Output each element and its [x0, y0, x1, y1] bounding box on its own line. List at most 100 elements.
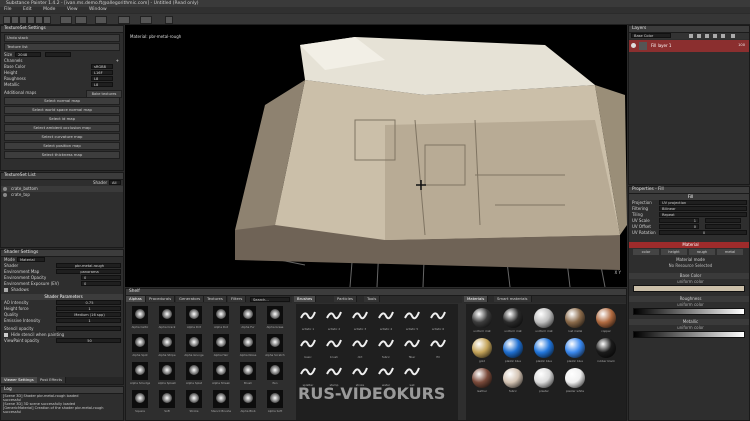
projection-select[interactable]: UV projection: [659, 200, 747, 205]
alpha-item[interactable]: Stencil Brushes: [211, 390, 231, 413]
eye-icon[interactable]: [3, 187, 7, 191]
toggle-color[interactable]: color: [633, 249, 659, 255]
eraser-tool-icon[interactable]: [11, 16, 19, 24]
undo-stack-field[interactable]: Undo stack: [4, 34, 120, 42]
size-select[interactable]: 2048: [15, 52, 41, 57]
brush-item[interactable]: fiber: [404, 336, 420, 359]
menu-view[interactable]: View: [67, 7, 78, 12]
material-section-header[interactable]: Material: [629, 242, 749, 248]
tab-viewer-settings[interactable]: Viewer Settings: [1, 377, 38, 383]
alpha-item[interactable]: Alpha Stripe: [158, 334, 176, 357]
tab-textures[interactable]: Textures: [204, 296, 227, 302]
shadows-checkbox[interactable]: [4, 288, 8, 292]
select-curvature-map-button[interactable]: Select curvature map: [4, 133, 120, 141]
toggle-height[interactable]: height: [661, 249, 687, 255]
layer-opacity[interactable]: 100: [738, 43, 745, 47]
uv-scale-field[interactable]: 1: [659, 218, 699, 223]
3d-viewport[interactable]: Material: pbr-metal-rough X Y: [125, 25, 627, 287]
brush-flow-icon[interactable]: [75, 16, 87, 24]
material-mode-value[interactable]: No Resource Selected: [629, 263, 749, 269]
brush-item[interactable]: artistic 5: [404, 308, 420, 331]
uv-scale-slider[interactable]: [705, 218, 741, 223]
alpha-item[interactable]: Square: [132, 390, 148, 413]
projection-tool-icon[interactable]: [19, 16, 27, 24]
menu-mode[interactable]: Mode: [43, 7, 55, 12]
base-color-swatch[interactable]: [633, 285, 745, 292]
tab-materials[interactable]: Materials: [464, 296, 489, 302]
camera-icon[interactable]: [140, 16, 152, 24]
select-thickness-map-button[interactable]: Select thickness map: [4, 151, 120, 159]
select-normal-map-button[interactable]: Select normal map: [4, 97, 120, 105]
tab-post-effects[interactable]: Post Effects: [37, 377, 67, 383]
layer-row[interactable]: Fill layer 1 100: [629, 40, 749, 52]
alpha-item[interactable]: Alpha Streak: [212, 362, 230, 385]
add-layer-icon[interactable]: [689, 34, 693, 38]
brush-item[interactable]: basic: [300, 336, 316, 359]
viewport-opacity-field[interactable]: 50: [56, 338, 121, 343]
hide-stencil-checkbox[interactable]: [4, 333, 8, 337]
brush-item[interactable]: artistic 3: [352, 308, 368, 331]
clone-tool-icon[interactable]: [27, 16, 35, 24]
alpha-item[interactable]: Alpha Crack: [159, 306, 175, 329]
tab-generators[interactable]: Generators: [176, 296, 205, 302]
alpha-item[interactable]: Alpha Dirt: [186, 306, 202, 329]
alpha-item[interactable]: Alpha Scratch: [265, 334, 285, 357]
ao-field[interactable]: 0.75: [56, 300, 121, 305]
menu-edit[interactable]: Edit: [23, 7, 32, 12]
paint-tool-icon[interactable]: [3, 16, 11, 24]
select-position-map-button[interactable]: Select position map: [4, 142, 120, 150]
tab-tools[interactable]: Tools: [364, 296, 381, 302]
brush-item[interactable]: artistic 4: [378, 308, 394, 331]
alpha-item[interactable]: Alpha Soft: [267, 390, 283, 413]
menu-window[interactable]: Window: [89, 7, 107, 12]
brush-spacing-icon[interactable]: [95, 16, 107, 24]
toggle-metal[interactable]: metal: [717, 249, 743, 255]
lock-icon[interactable]: [165, 16, 173, 24]
eye-icon[interactable]: [3, 193, 7, 197]
env-exposure-field[interactable]: 0: [81, 281, 121, 286]
alpha-item[interactable]: Alpha Celtic: [132, 306, 148, 329]
alpha-item[interactable]: Alpha Blob: [240, 390, 256, 413]
tab-brushes[interactable]: Brushes: [294, 296, 317, 302]
folder-icon[interactable]: [721, 34, 725, 38]
add-fill-icon[interactable]: [697, 34, 701, 38]
brush-item[interactable]: artistic 6: [430, 308, 446, 331]
bake-textures-button[interactable]: Bake textures: [86, 90, 122, 98]
brush-item[interactable]: wet: [404, 364, 420, 387]
layer-visibility-icon[interactable]: [631, 43, 636, 48]
roughness-slider[interactable]: [633, 308, 745, 315]
emissive-field[interactable]: 1: [56, 318, 121, 323]
alpha-item[interactable]: Alpha Spot: [132, 334, 148, 357]
alpha-item[interactable]: Stroke: [186, 390, 202, 413]
alpha-item[interactable]: Alpha Noise: [240, 334, 256, 357]
brush-item[interactable]: splatter: [300, 364, 316, 387]
delete-layer-icon[interactable]: [731, 34, 735, 38]
mode-select[interactable]: Material: [17, 257, 45, 262]
texture-list-field[interactable]: Texture list: [4, 43, 120, 51]
channel-format[interactable]: sRGB8: [91, 64, 113, 69]
alpha-item[interactable]: Alpha Grass: [267, 306, 283, 329]
uv-offset-slider[interactable]: [705, 224, 741, 229]
alpha-item[interactable]: Soft: [159, 390, 175, 413]
brush-size-icon[interactable]: [60, 16, 72, 24]
tab-smart-materials[interactable]: Smart materials: [494, 296, 532, 302]
toggle-rough[interactable]: rough: [689, 249, 715, 255]
select-id-map-button[interactable]: Select id map: [4, 115, 120, 123]
select-world-normal-button[interactable]: Select world space normal map: [4, 106, 120, 114]
quality-select[interactable]: Medium (16 spp): [56, 312, 121, 317]
env-opacity-field[interactable]: 0: [81, 275, 121, 280]
menu-file[interactable]: File: [4, 7, 12, 12]
alpha-item[interactable]: Pen: [267, 362, 283, 385]
brush-item[interactable]: artistic 2: [326, 308, 342, 331]
filtering-select[interactable]: Bilinear: [659, 206, 747, 211]
tab-particles[interactable]: Particles: [334, 296, 358, 302]
tab-filters[interactable]: Filters: [228, 296, 247, 302]
brush-item[interactable]: stamp: [326, 364, 342, 387]
tiling-select[interactable]: Repeat: [659, 212, 747, 217]
tab-alphas[interactable]: Alphas: [126, 296, 146, 302]
uv-rotation-field[interactable]: 0: [659, 230, 747, 235]
brush-item[interactable]: fabric: [378, 336, 394, 359]
brush-item[interactable]: fill: [430, 336, 446, 359]
alpha-item[interactable]: Brush: [240, 362, 256, 385]
select-ao-map-button[interactable]: Select ambient occlusion map: [4, 124, 120, 132]
